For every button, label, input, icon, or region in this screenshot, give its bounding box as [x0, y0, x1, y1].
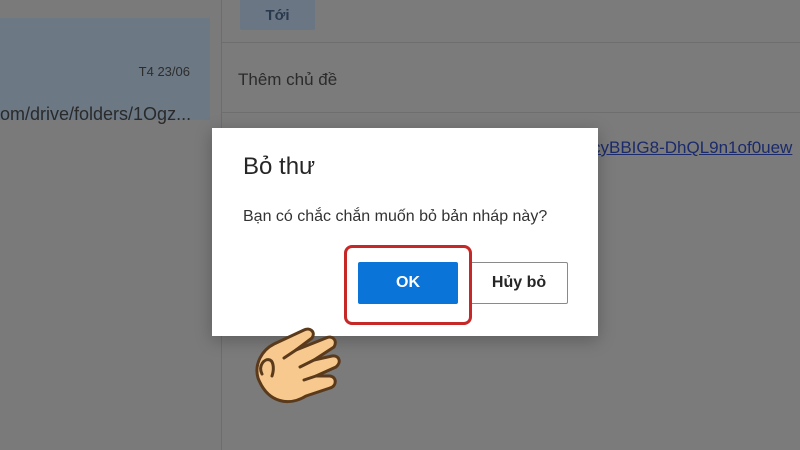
divider: [222, 42, 800, 43]
subject-field[interactable]: Thêm chủ đề: [238, 70, 337, 90]
cancel-button[interactable]: Hủy bỏ: [470, 262, 568, 304]
divider: [222, 112, 800, 113]
mail-date: T4 23/06: [138, 64, 190, 79]
body-link[interactable]: cyBBIG8-DhQL9n1of0uew: [592, 138, 800, 158]
dialog-title: Bỏ thư: [243, 153, 316, 180]
mail-list-pane: T4 23/06 om/drive/folders/1Ogz...: [0, 0, 222, 450]
pointing-hand-icon: [255, 327, 341, 404]
mail-list-item[interactable]: T4 23/06 om/drive/folders/1Ogz...: [0, 18, 210, 124]
to-button[interactable]: Tới: [240, 0, 315, 30]
highlight-box: [344, 245, 472, 325]
mail-preview-text: om/drive/folders/1Ogz...: [0, 104, 192, 124]
dialog-message: Bạn có chắc chắn muốn bỏ bản nháp này?: [243, 208, 548, 225]
